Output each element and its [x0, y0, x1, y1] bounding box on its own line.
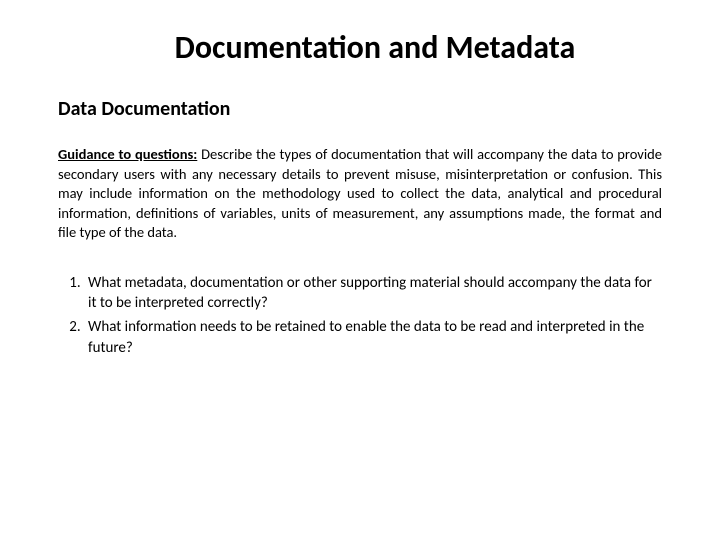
page-title: Documentation and Metadata — [58, 28, 662, 67]
guidance-paragraph: Guidance to questions: Describe the type… — [58, 145, 662, 243]
guidance-lead: Guidance to questions: — [58, 145, 197, 163]
list-item: What information needs to be retained to… — [84, 317, 662, 358]
slide: Documentation and Metadata Data Document… — [0, 0, 720, 540]
question-list: What metadata, documentation or other su… — [58, 273, 662, 358]
section-heading: Data Documentation — [58, 97, 662, 121]
list-item: What metadata, documentation or other su… — [84, 273, 662, 314]
